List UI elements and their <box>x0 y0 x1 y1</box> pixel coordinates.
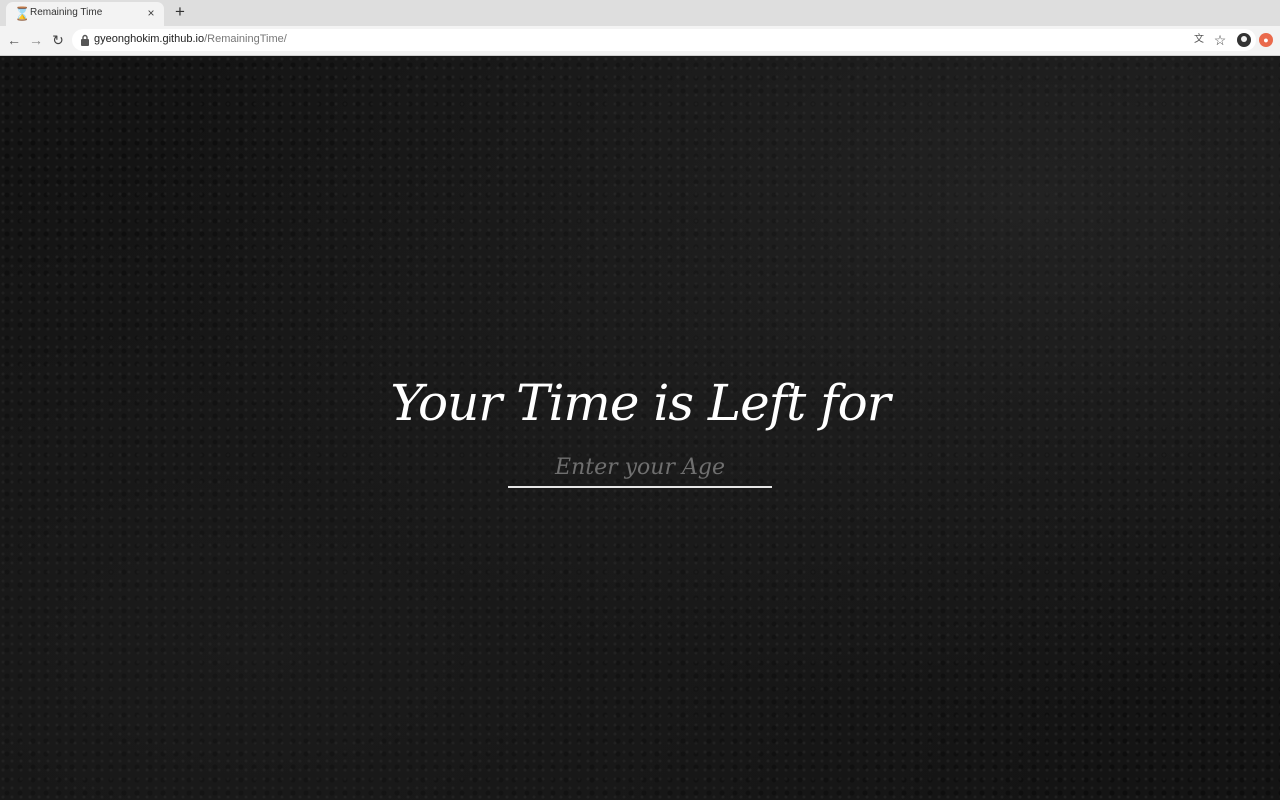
tab-strip: ⌛ Remaining Time × + <box>0 0 1280 26</box>
hourglass-icon: ⌛ <box>14 6 31 21</box>
url-path: /RemainingTime/ <box>204 33 287 45</box>
new-tab-button[interactable]: + <box>172 3 188 21</box>
forward-button[interactable]: → <box>27 31 45 49</box>
reload-button[interactable]: ↻ <box>49 31 67 49</box>
profile-icon[interactable] <box>1237 33 1251 47</box>
tab-title: Remaining Time <box>30 7 103 18</box>
url-text: gyeonghokim.github.io/RemainingTime/ <box>94 33 287 45</box>
page-content: Your Time is Left for <box>0 56 1280 800</box>
age-input[interactable] <box>508 448 772 488</box>
url-host: gyeonghokim.github.io <box>94 33 205 45</box>
bookmark-star-icon[interactable]: ☆ <box>1212 31 1228 49</box>
extension-icon[interactable]: ● <box>1259 33 1273 47</box>
back-button[interactable]: ← <box>5 31 23 49</box>
translate-icon[interactable]: 文 <box>1192 32 1206 48</box>
tab-remaining-time[interactable]: ⌛ Remaining Time × <box>6 2 164 26</box>
close-icon[interactable]: × <box>144 6 158 20</box>
lock-icon <box>81 34 89 46</box>
page-headline: Your Time is Left for <box>390 374 890 432</box>
browser-window: ⌛ Remaining Time × + ← → ↻ gyeonghokim.g… <box>0 0 1280 800</box>
address-bar[interactable]: gyeonghokim.github.io/RemainingTime/ 文 ☆ <box>72 29 1256 51</box>
browser-toolbar: ← → ↻ gyeonghokim.github.io/RemainingTim… <box>0 26 1280 56</box>
